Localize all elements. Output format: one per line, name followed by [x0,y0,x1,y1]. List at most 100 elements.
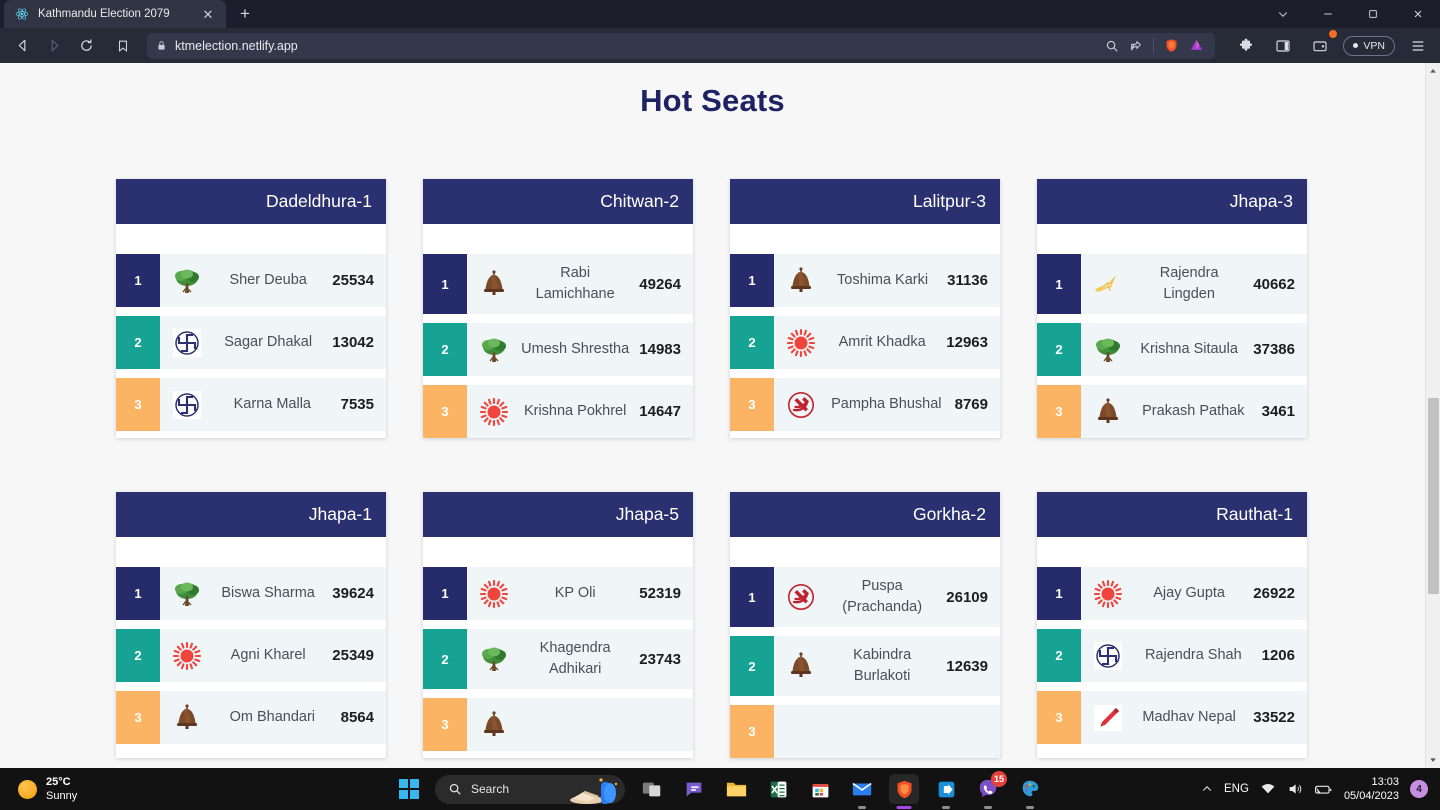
candidate-info: Agni Kharel 25349 [160,629,386,682]
candidate-row: 2 Umesh Shrestha 14983 [423,323,693,377]
hamburger-menu-icon[interactable] [1404,32,1432,60]
maximize-icon[interactable] [1350,0,1395,28]
mail-icon[interactable] [847,774,877,804]
candidate-name: Khagendra Adhikari [539,640,611,678]
rank-badge: 3 [423,385,467,439]
vote-count: 26922 [1253,585,1295,603]
constituency-card: Jhapa-3 1 Rajendra Lingden 40662 2 Krishna Si… [1037,179,1307,439]
vote-count: 13042 [332,334,374,351]
candidate-info: Krishna Sitaula 37386 [1081,323,1307,376]
vote-count: 12963 [946,334,988,351]
vote-count: 31136 [947,272,988,289]
brave-rewards-icon[interactable] [1189,38,1204,53]
bell-symbol [1091,397,1125,427]
paint-icon[interactable] [1015,774,1045,804]
candidate-name: Toshima Karki [837,271,929,288]
vpn-label: VPN [1363,39,1385,52]
candidate-name: Ajay Gupta [1153,585,1226,602]
tab-strip: Kathmandu Election 2079 ✕ + [0,0,1440,28]
extensions-icon[interactable] [1232,32,1260,60]
pen-symbol [1091,703,1125,733]
candidate-name: Krishna Sitaula [1140,341,1238,358]
tab-search-icon[interactable] [1260,0,1305,28]
weather-widget[interactable]: 25°C Sunny [0,775,77,803]
new-tab-button[interactable]: + [232,1,258,27]
rank-badge: 1 [116,254,160,307]
address-bar[interactable]: ktmelection.netlify.app [147,32,1216,59]
brave-browser-icon[interactable] [889,774,919,804]
chat-icon[interactable] [679,774,709,804]
candidate-row: 1 Biswa Sharma 39624 [116,567,386,621]
sun-symbol [1091,579,1125,609]
candidate-info: Rajendra Shah 1206 [1081,629,1307,682]
vote-count: 8564 [340,709,374,727]
blue-app-icon[interactable] [931,774,961,804]
taskbar-apps: Search 15 [395,771,1045,804]
candidate-name: Rabi Lamichhane [535,265,615,303]
wifi-icon[interactable] [1260,781,1276,797]
search-icon[interactable] [1105,39,1119,53]
speaker-icon[interactable] [1287,781,1303,797]
forward-icon[interactable] [40,32,68,60]
rank-badge: 3 [116,691,160,745]
candidate-row: 3 [730,705,1000,759]
rank-badge: 2 [730,636,774,697]
candidate-info: Ajay Gupta 26922 [1081,567,1307,620]
microsoft-store-icon[interactable] [805,774,835,804]
viber-badge: 15 [990,771,1007,787]
viber-icon[interactable]: 15 [973,771,1007,804]
party-symbol [784,717,818,747]
share-icon[interactable] [1129,39,1143,53]
candidate-info: Madhav Nepal 33522 [1081,691,1307,744]
swastika-symbol [1091,641,1125,671]
candidate-row: 1 Rabi Lamichhane 49264 [423,254,693,315]
vertical-scrollbar[interactable] [1425,63,1440,768]
scroll-down-arrow[interactable] [1426,752,1440,768]
rank-badge: 2 [730,316,774,369]
page-viewport: Hot Seats Dadeldhura-1 1 Sher Deuba 25534 2 S… [0,63,1440,768]
minimize-icon[interactable] [1305,0,1350,28]
candidate-row: 1 Ajay Gupta 26922 [1037,567,1307,621]
file-explorer-icon[interactable] [721,774,751,804]
wallet-icon[interactable] [1306,28,1339,60]
notification-badge[interactable]: 4 [1410,780,1428,798]
weather-temperature: 25°C [46,775,71,788]
browser-tab[interactable]: Kathmandu Election 2079 ✕ [4,0,226,28]
search-input[interactable]: Search [435,774,625,804]
close-window-icon[interactable] [1395,0,1440,28]
system-tray: ENG 13:03 05/04/2023 4 [1201,768,1440,810]
candidate-name: Sagar Dhakal [224,333,313,350]
card-spacer [730,224,1000,254]
battery-icon[interactable] [1314,780,1333,799]
windows-start-icon[interactable] [395,775,423,803]
candidate-row: 3 Om Bhandari 8564 [116,691,386,745]
rank-badge: 2 [423,323,467,377]
scrollbar-thumb[interactable] [1428,398,1439,594]
candidate-name: Agni Kharel [230,647,306,664]
candidate-info: Sagar Dhakal 13042 [160,316,386,369]
bookmark-icon[interactable] [110,33,136,59]
close-icon[interactable]: ✕ [200,6,216,22]
window-controls [1260,0,1440,28]
reload-icon[interactable] [72,32,100,60]
sidebar-icon[interactable] [1269,32,1297,60]
brave-shields-icon[interactable] [1164,38,1179,53]
plough-symbol [1091,269,1125,299]
task-view-icon[interactable] [637,774,667,804]
chevron-up-icon[interactable] [1201,783,1213,795]
vote-count: 52319 [639,585,681,603]
tree-symbol [477,335,511,365]
candidate-info: Toshima Karki 31136 [774,254,1000,307]
candidate-info: Sher Deuba 25534 [160,254,386,307]
constituency-card: Jhapa-1 1 Biswa Sharma 39624 2 Agni Kharel 253… [116,492,386,759]
language-indicator[interactable]: ENG [1224,783,1249,795]
candidate-name: Prakash Pathak [1142,403,1245,420]
clock[interactable]: 13:03 05/04/2023 [1344,775,1399,804]
candidate-info: Kabindra Burlakoti 12639 [774,636,1000,696]
scroll-up-arrow[interactable] [1426,63,1440,79]
vote-count: 14983 [639,341,681,359]
vote-count: 25349 [332,647,374,665]
back-icon[interactable] [8,32,36,60]
vpn-button[interactable]: VPN [1343,35,1395,56]
excel-icon[interactable] [763,774,793,804]
